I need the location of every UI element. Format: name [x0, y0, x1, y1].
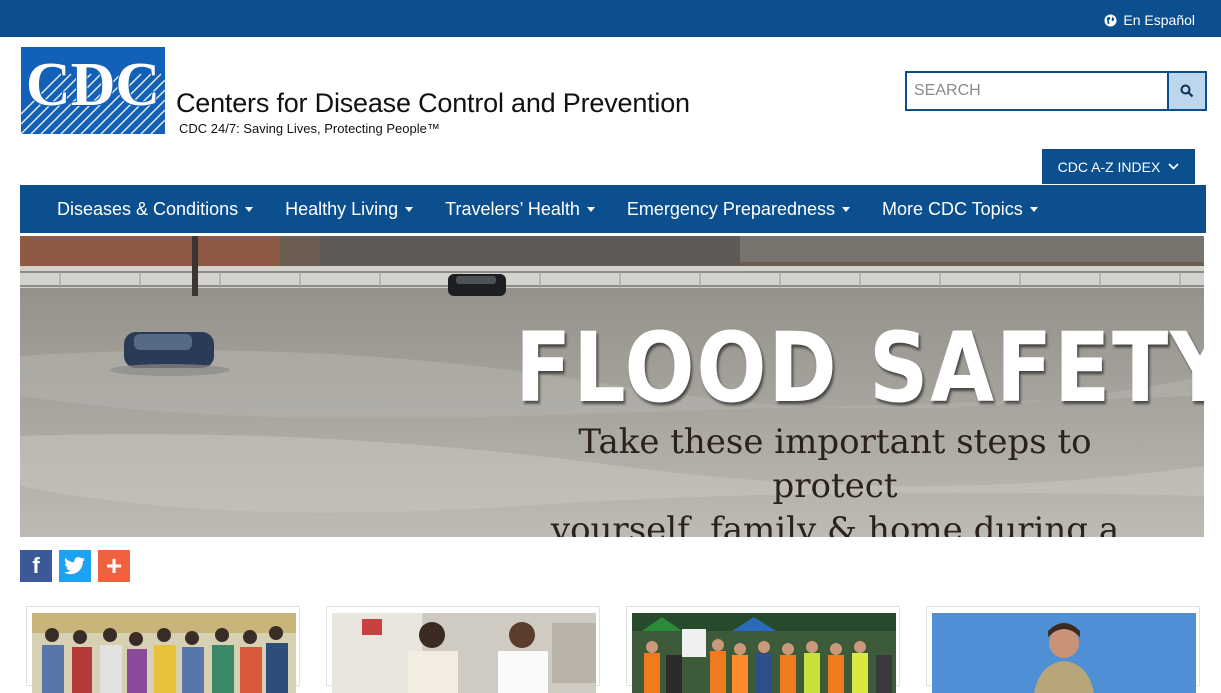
- site-title[interactable]: Centers for Disease Control and Preventi…: [176, 88, 690, 119]
- card-image: [932, 613, 1196, 693]
- social-share: f +: [20, 550, 130, 582]
- nav-item-label: More CDC Topics: [881, 198, 1023, 219]
- caret-down-icon: [245, 206, 254, 212]
- nav-item-label: Healthy Living: [285, 198, 399, 219]
- feature-card[interactable]: [26, 606, 300, 693]
- feature-card[interactable]: [626, 606, 900, 693]
- twitter-icon[interactable]: [59, 550, 91, 582]
- feature-card[interactable]: [326, 606, 600, 693]
- card-image: [332, 613, 596, 693]
- feature-card[interactable]: [926, 606, 1200, 693]
- svg-text:CDC: CDC: [26, 51, 160, 119]
- card-image: [632, 613, 896, 693]
- hero-subtitle-line: yourself, family & home during a flood.: [550, 510, 1120, 537]
- search-button[interactable]: [1167, 73, 1205, 109]
- cdc-logo-graphic: CDC: [21, 47, 165, 134]
- card-image: [32, 613, 296, 693]
- caret-down-icon: [1029, 206, 1038, 212]
- az-index-label: CDC A-Z INDEX: [1057, 158, 1161, 175]
- caret-down-icon: [405, 206, 414, 212]
- cdc-logo[interactable]: CDC: [21, 47, 165, 134]
- caret-down-icon: [841, 206, 850, 212]
- nav-item-more-cdc-topics[interactable]: More CDC Topics: [882, 199, 1038, 220]
- search-bar: [905, 71, 1207, 111]
- az-index-button[interactable]: CDC A-Z INDEX: [1042, 149, 1195, 184]
- share-plus-icon[interactable]: +: [98, 550, 130, 582]
- nav-item-label: Travelers’ Health: [445, 198, 580, 219]
- hero-subtitle-line: Take these important steps to protect: [578, 422, 1092, 506]
- caret-down-icon: [586, 206, 595, 212]
- facebook-icon[interactable]: f: [20, 550, 52, 582]
- chevron-down-icon: [1168, 163, 1179, 170]
- language-link-label: En Español: [1123, 12, 1195, 28]
- globe-icon: [1104, 13, 1117, 27]
- hero-subtitle: Take these important steps to protect yo…: [525, 420, 1145, 537]
- site-tagline: CDC 24/7: Saving Lives, Protecting Peopl…: [179, 121, 440, 136]
- top-utility-bar: En Español: [0, 0, 1221, 37]
- nav-item-diseases-conditions[interactable]: Diseases & Conditions: [57, 198, 254, 220]
- main-navigation: Diseases & Conditions Healthy Living Tra…: [20, 185, 1206, 233]
- nav-item-travelers-health[interactable]: Travelers’ Health: [445, 199, 595, 220]
- hero-title: FLOOD SAFETY: [515, 312, 1204, 424]
- search-icon: [1180, 84, 1194, 98]
- hero-banner[interactable]: FLOOD SAFETY Take these important steps …: [20, 236, 1204, 537]
- nav-item-label: Emergency Preparedness: [626, 198, 835, 219]
- nav-item-emergency-preparedness[interactable]: Emergency Preparedness: [627, 199, 850, 220]
- language-link[interactable]: En Español: [1104, 12, 1195, 28]
- search-input[interactable]: [907, 73, 1167, 109]
- nav-item-label: Diseases & Conditions: [57, 198, 239, 219]
- nav-item-healthy-living[interactable]: Healthy Living: [285, 198, 414, 220]
- twitter-bird-icon: [64, 557, 85, 575]
